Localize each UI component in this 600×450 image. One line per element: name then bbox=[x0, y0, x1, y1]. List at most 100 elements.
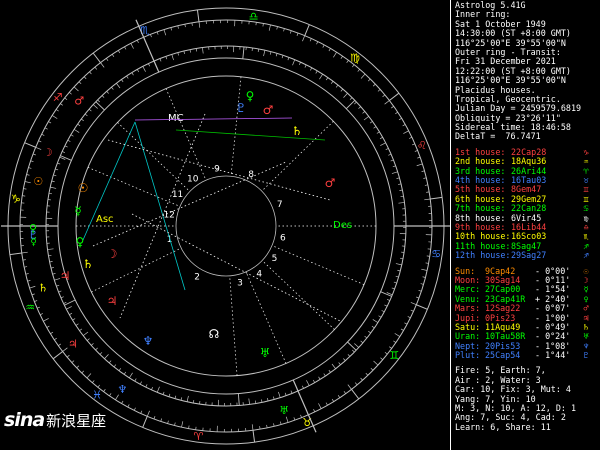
zodiac-sign-icon: ♈ bbox=[194, 430, 204, 443]
planet-label: Venu: bbox=[455, 294, 481, 304]
planet-icon: ♄ bbox=[583, 322, 589, 332]
summary-line: Car: 10, Fix: 3, Mut: 4 bbox=[455, 385, 571, 395]
house-label: 9th house: bbox=[455, 222, 506, 232]
degree-tick bbox=[181, 421, 184, 428]
natal-planet-icon: ♃ bbox=[107, 294, 118, 308]
degree-tick bbox=[30, 160, 34, 163]
planet-row: Satu: 11Aqu49 - 0°49' ♄ bbox=[455, 323, 600, 332]
degree-tick bbox=[263, 50, 266, 57]
degree-tick bbox=[367, 78, 371, 82]
sign-icon: ♍ bbox=[583, 213, 589, 223]
degree-tick bbox=[81, 118, 84, 122]
app-title: Astrolog 5.41G bbox=[455, 1, 526, 10]
planet-position: 25Cap54 bbox=[485, 351, 521, 361]
degree-tick bbox=[301, 385, 304, 389]
aspect-line bbox=[131, 213, 343, 323]
degree-tick bbox=[50, 186, 57, 189]
degree-tick bbox=[362, 111, 366, 114]
degree-tick bbox=[55, 168, 59, 171]
degree-tick bbox=[36, 306, 41, 309]
degree-tick bbox=[368, 330, 371, 334]
degree-tick bbox=[309, 38, 312, 42]
house-label: 6th house: bbox=[455, 194, 506, 204]
degree-tick bbox=[51, 180, 55, 183]
house-cusp-dotted bbox=[91, 247, 182, 293]
house-cusp-line bbox=[347, 341, 357, 351]
degree-tick bbox=[380, 142, 386, 146]
planet-position: 20Pis53 bbox=[485, 341, 521, 351]
degree-tick bbox=[313, 409, 316, 413]
sign-divider bbox=[9, 252, 22, 256]
sidereal-time: Sidereal time: 18:46:58 bbox=[455, 123, 571, 133]
sign-divider bbox=[416, 304, 428, 310]
degree-tick bbox=[287, 57, 290, 61]
degree-tick bbox=[27, 280, 31, 282]
planet-label: Sun: bbox=[455, 266, 476, 276]
planet-motion: - 0°24' bbox=[535, 332, 571, 342]
des-label: Des bbox=[333, 220, 352, 231]
sign-divider bbox=[351, 389, 360, 400]
degree-tick bbox=[261, 399, 263, 403]
zodiac-sign-icon: ♉ bbox=[302, 416, 312, 429]
degree-tick bbox=[174, 395, 177, 399]
degree-tick bbox=[43, 318, 49, 322]
degree-tick bbox=[283, 28, 285, 32]
degree-tick bbox=[118, 368, 122, 371]
natal-planet-icon: ♄ bbox=[83, 257, 94, 271]
degree-tick bbox=[337, 395, 341, 398]
natal-planet-icon: ♃ bbox=[60, 269, 71, 283]
degree-tick bbox=[349, 97, 353, 100]
house-number: 6 bbox=[280, 234, 286, 244]
degree-tick bbox=[53, 174, 57, 177]
degree-tick bbox=[390, 159, 394, 162]
degree-tick bbox=[338, 362, 341, 366]
planet-label: Plut: bbox=[455, 351, 481, 361]
degree-tick bbox=[404, 322, 408, 325]
house-cusp: 18Aqu36 bbox=[511, 157, 547, 167]
degree-tick bbox=[170, 27, 172, 31]
degree-tick bbox=[145, 384, 148, 388]
degree-tick bbox=[315, 70, 318, 74]
degree-tick bbox=[409, 136, 413, 139]
degree-tick bbox=[425, 262, 429, 264]
degree-tick bbox=[23, 188, 27, 190]
planet-icon: ♂ bbox=[583, 304, 589, 314]
house-label: 10th house: bbox=[455, 232, 511, 242]
sign-icon: ♐ bbox=[583, 241, 589, 251]
degree-tick bbox=[423, 177, 427, 179]
degree-tick bbox=[257, 48, 260, 53]
degree-tick bbox=[343, 391, 346, 394]
degree-tick bbox=[393, 340, 397, 343]
zodiac-sign-icon: ♋ bbox=[431, 248, 441, 261]
degree-tick bbox=[116, 83, 121, 89]
sign-icon: ♒ bbox=[583, 157, 589, 167]
sign-divider bbox=[196, 9, 200, 22]
sign-divider bbox=[389, 92, 400, 101]
degree-tick bbox=[92, 104, 98, 109]
degree-tick bbox=[410, 302, 417, 306]
sign-icon: ♊ bbox=[583, 194, 589, 204]
degree-tick bbox=[325, 77, 329, 81]
degree-tick bbox=[89, 71, 92, 75]
degree-tick bbox=[293, 417, 296, 421]
degree-tick bbox=[319, 73, 323, 80]
degree-tick bbox=[310, 67, 313, 71]
degree-tick bbox=[100, 62, 105, 68]
degree-tick bbox=[262, 23, 264, 27]
planet-label: Mars: bbox=[455, 304, 481, 314]
house-cusp-list: 1st house: 22Cap28 ♑ 2nd house: 18Aqu36 ♒ 3rd … bbox=[455, 148, 600, 261]
degree-tick bbox=[302, 35, 306, 42]
degree-tick bbox=[318, 403, 322, 409]
degree-tick bbox=[124, 46, 127, 50]
house-row: 3rd house: 26Ari44 ♈ bbox=[455, 167, 600, 176]
degree-tick bbox=[111, 86, 114, 90]
house-system: Placidus houses. bbox=[455, 85, 536, 95]
degree-tick bbox=[75, 323, 79, 326]
degree-tick bbox=[174, 422, 176, 426]
degree-tick bbox=[417, 156, 421, 159]
house-cusp: 8Gem47 bbox=[511, 185, 542, 195]
degree-tick bbox=[410, 309, 414, 312]
degree-tick bbox=[382, 94, 386, 98]
degree-tick bbox=[163, 29, 167, 36]
house-cusp-dotted bbox=[261, 260, 335, 330]
